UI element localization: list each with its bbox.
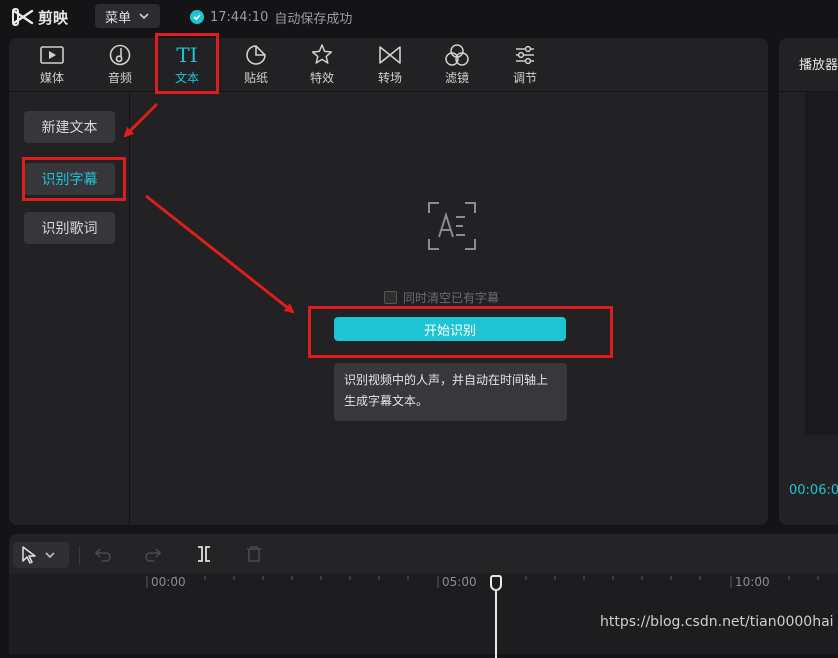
annotation-arrow-1 [123,102,159,138]
annotation-arrow-2 [145,194,295,314]
annotation-arrows [123,102,295,314]
